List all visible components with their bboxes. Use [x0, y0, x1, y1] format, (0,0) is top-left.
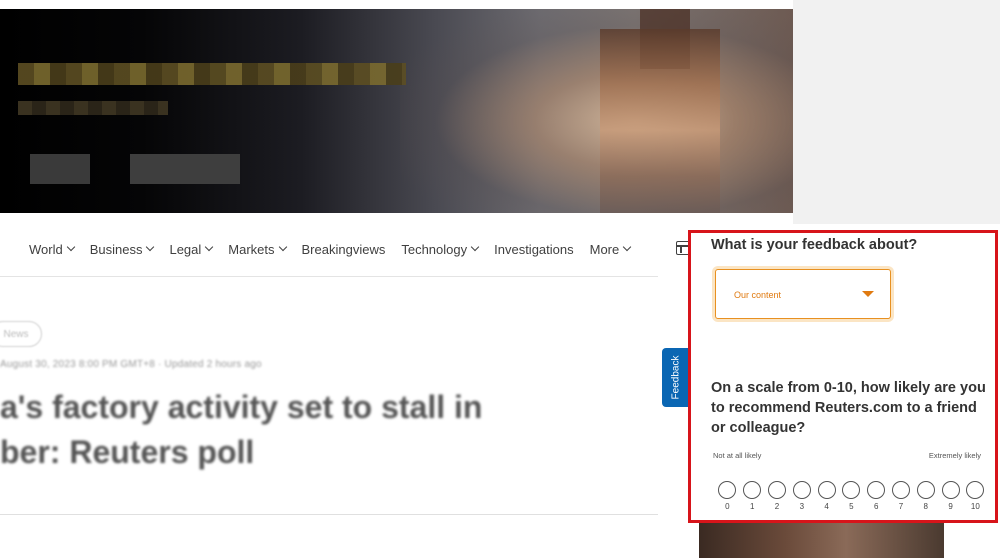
caret-down-icon	[862, 291, 874, 297]
rating-option: 5	[839, 481, 864, 511]
chevron-down-icon	[623, 242, 632, 252]
rating-number: 3	[799, 502, 805, 511]
feedback-panel: What is your feedback about? Our content…	[688, 230, 998, 523]
select-value: Our content	[734, 290, 782, 300]
rating-number: 1	[749, 502, 755, 511]
chevron-down-icon	[66, 242, 75, 252]
main-navigation: World Business Legal Markets Breakingvie…	[0, 236, 646, 262]
scale-high-label: Extremely likely	[928, 451, 981, 460]
rating-option: 7	[889, 481, 914, 511]
headline-line-1: a's factory activity set to stall in	[0, 389, 483, 425]
rating-number: 4	[824, 502, 829, 511]
nav-item-world[interactable]: World	[29, 241, 75, 257]
rating-option: 1	[740, 481, 765, 511]
banner-button-blurred-2[interactable]	[130, 154, 240, 184]
feedback-topic-question: What is your feedback about?	[711, 237, 918, 253]
feedback-tab-label: Feedback	[670, 355, 682, 400]
recommend-question: On a scale from 0-10, how likely are you…	[711, 380, 986, 436]
rating-scale: 0 1 2 3 4 5 6 7 8 9 10	[715, 481, 988, 511]
rating-radio-2[interactable]	[767, 481, 786, 499]
sidebar-image[interactable]	[699, 520, 944, 558]
page-background-strip	[793, 0, 1000, 224]
rating-option: 4	[814, 481, 839, 511]
rating-number: 2	[774, 502, 780, 511]
scale-low-label: Not at all likely	[713, 451, 762, 460]
rating-option: 2	[765, 481, 790, 511]
rating-radio-3[interactable]	[792, 481, 811, 499]
rating-number: 5	[849, 502, 854, 511]
nav-item-breakingviews[interactable]: Breakingviews	[302, 242, 386, 257]
rating-option: 6	[864, 481, 889, 511]
nav-item-investigations[interactable]: Investigations	[494, 242, 574, 257]
chevron-down-icon	[278, 242, 287, 252]
rating-number: 9	[948, 502, 953, 511]
rating-radio-7[interactable]	[891, 481, 910, 499]
nav-item-legal[interactable]: Legal	[169, 241, 214, 257]
nav-label: Markets	[228, 241, 275, 257]
rating-radio-4[interactable]	[817, 481, 836, 499]
banner-button-blurred-1[interactable]	[30, 154, 90, 184]
nav-label: Business	[89, 241, 143, 257]
nav-item-more[interactable]: More	[589, 241, 632, 257]
rating-radio-0[interactable]	[718, 481, 737, 499]
nav-item-technology[interactable]: Technology	[401, 241, 480, 257]
banner-subtitle-blurred	[18, 101, 168, 115]
article-tag-pill[interactable]: News	[0, 321, 42, 347]
rating-option: 10	[963, 481, 988, 511]
nav-label: Investigations	[494, 241, 574, 257]
rating-radio-10[interactable]	[966, 481, 985, 499]
nav-item-markets[interactable]: Markets	[228, 241, 287, 257]
rating-number: 0	[725, 502, 730, 511]
rating-number: 10	[970, 502, 980, 511]
rating-radio-1[interactable]	[743, 481, 762, 499]
banner-image-glow	[400, 9, 793, 213]
rating-option: 9	[938, 481, 963, 511]
nav-divider	[0, 276, 658, 277]
rating-option: 8	[913, 481, 938, 511]
nav-item-business[interactable]: Business	[89, 241, 155, 257]
advertisement-banner[interactable]	[0, 9, 793, 213]
rating-number: 6	[873, 502, 879, 511]
article-divider	[0, 514, 658, 515]
nav-label: Breakingviews	[301, 241, 386, 257]
banner-image-person	[600, 29, 720, 213]
nav-label: Technology	[401, 241, 468, 257]
rating-option: 0	[715, 481, 740, 511]
rating-radio-6[interactable]	[867, 481, 886, 499]
nav-label: More	[589, 241, 620, 257]
feedback-tab-button[interactable]: Feedback	[662, 348, 689, 407]
rating-number: 8	[923, 502, 928, 511]
rating-number: 7	[898, 502, 904, 511]
banner-title-blurred	[18, 63, 406, 85]
feedback-topic-select[interactable]: Our content	[715, 269, 891, 319]
headline-line-2: ber: Reuters poll	[0, 434, 255, 470]
article-headline: a's factory activity set to stall in ber…	[0, 385, 482, 475]
rating-radio-9[interactable]	[941, 481, 960, 499]
chevron-down-icon	[205, 242, 214, 252]
rating-radio-8[interactable]	[916, 481, 935, 499]
nav-label: Legal	[169, 241, 202, 257]
article-byline: August 30, 2023 8:00 PM GMT+8 · Updated …	[0, 359, 262, 370]
chevron-down-icon	[470, 242, 480, 252]
rating-radio-5[interactable]	[842, 481, 861, 499]
rating-option: 3	[789, 481, 814, 511]
chevron-down-icon	[146, 242, 155, 252]
nav-label: World	[29, 241, 63, 257]
